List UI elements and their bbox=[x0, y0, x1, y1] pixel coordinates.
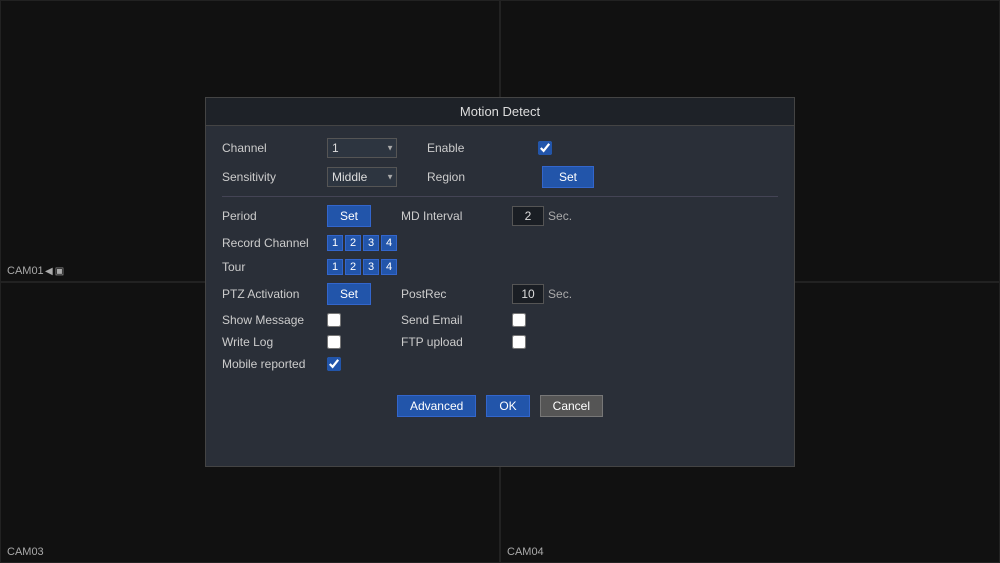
post-rec-input[interactable] bbox=[512, 284, 544, 304]
mobile-reported-label: Mobile reported bbox=[222, 357, 327, 371]
write-log-row: Write Log FTP upload bbox=[222, 335, 778, 349]
modal-body: Channel 1 2 3 4 Enable Sensitivity bbox=[206, 126, 794, 441]
tour-2[interactable]: 2 bbox=[345, 259, 361, 275]
ftp-upload-label: FTP upload bbox=[401, 335, 506, 349]
tour-1[interactable]: 1 bbox=[327, 259, 343, 275]
sensitivity-label: Sensitivity bbox=[222, 170, 327, 184]
md-interval-input[interactable] bbox=[512, 206, 544, 226]
sensitivity-select-wrapper: Low Middle High bbox=[327, 167, 397, 187]
send-email-label: Send Email bbox=[401, 313, 506, 327]
record-ch-2[interactable]: 2 bbox=[345, 235, 361, 251]
region-set-button[interactable]: Set bbox=[542, 166, 594, 188]
record-ch-3[interactable]: 3 bbox=[363, 235, 379, 251]
sensitivity-row: Sensitivity Low Middle High Region Set bbox=[222, 166, 778, 188]
section-divider-1 bbox=[222, 196, 778, 197]
ptz-label: PTZ Activation bbox=[222, 287, 327, 301]
enable-label: Enable bbox=[427, 141, 532, 155]
period-row: Period Set MD Interval Sec. bbox=[222, 205, 778, 227]
tour-label: Tour bbox=[222, 260, 327, 274]
tour-3[interactable]: 3 bbox=[363, 259, 379, 275]
ptz-set-button[interactable]: Set bbox=[327, 283, 371, 305]
md-interval-sec: Sec. bbox=[548, 209, 572, 223]
cancel-button[interactable]: Cancel bbox=[540, 395, 603, 417]
modal-overlay: Motion Detect Channel 1 2 3 4 Enable bbox=[0, 0, 1000, 563]
enable-checkbox[interactable] bbox=[538, 141, 552, 155]
record-ch-4[interactable]: 4 bbox=[381, 235, 397, 251]
channel-select[interactable]: 1 2 3 4 bbox=[327, 138, 397, 158]
mobile-reported-row: Mobile reported bbox=[222, 357, 778, 371]
tour-row: Tour 1 2 3 4 bbox=[222, 259, 778, 275]
show-message-label: Show Message bbox=[222, 313, 327, 327]
sensitivity-select[interactable]: Low Middle High bbox=[327, 167, 397, 187]
post-rec-label: PostRec bbox=[401, 287, 506, 301]
write-log-label: Write Log bbox=[222, 335, 327, 349]
modal-title: Motion Detect bbox=[206, 98, 794, 126]
write-log-checkbox[interactable] bbox=[327, 335, 341, 349]
period-set-button[interactable]: Set bbox=[327, 205, 371, 227]
period-label: Period bbox=[222, 209, 327, 223]
region-label: Region bbox=[427, 170, 532, 184]
ok-button[interactable]: OK bbox=[486, 395, 529, 417]
record-ch-1[interactable]: 1 bbox=[327, 235, 343, 251]
md-interval-label: MD Interval bbox=[401, 209, 506, 223]
send-email-checkbox[interactable] bbox=[512, 313, 526, 327]
show-message-checkbox[interactable] bbox=[327, 313, 341, 327]
ftp-upload-checkbox[interactable] bbox=[512, 335, 526, 349]
record-channel-label: Record Channel bbox=[222, 236, 327, 250]
tour-4[interactable]: 4 bbox=[381, 259, 397, 275]
ptz-row: PTZ Activation Set PostRec Sec. bbox=[222, 283, 778, 305]
channel-select-wrapper: 1 2 3 4 bbox=[327, 138, 397, 158]
channel-label: Channel bbox=[222, 141, 327, 155]
record-channel-row: Record Channel 1 2 3 4 bbox=[222, 235, 778, 251]
show-message-row: Show Message Send Email bbox=[222, 313, 778, 327]
modal-footer: Advanced OK Cancel bbox=[222, 379, 778, 429]
tour-boxes: 1 2 3 4 bbox=[327, 259, 397, 275]
advanced-button[interactable]: Advanced bbox=[397, 395, 476, 417]
record-channel-boxes: 1 2 3 4 bbox=[327, 235, 397, 251]
motion-detect-modal: Motion Detect Channel 1 2 3 4 Enable bbox=[205, 97, 795, 467]
post-rec-sec: Sec. bbox=[548, 287, 572, 301]
mobile-reported-checkbox[interactable] bbox=[327, 357, 341, 371]
channel-row: Channel 1 2 3 4 Enable bbox=[222, 138, 778, 158]
